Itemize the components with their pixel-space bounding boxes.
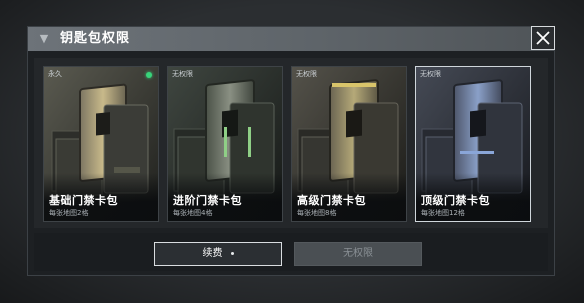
card-capacity: 每张地图4格 (173, 209, 213, 217)
dialog-titlebar: ▼ 钥匙包权限 (28, 26, 555, 51)
card-pack-senior[interactable]: 无权限 高级门禁卡包 每张地图8格 (291, 66, 407, 222)
card-capacity: 每张地图8格 (297, 209, 337, 217)
no-permission-button-label: 无权限 (343, 248, 373, 259)
cursor-dot-icon (230, 251, 234, 255)
card-status-tag: 无权限 (172, 70, 193, 78)
card-pack-basic[interactable]: 永久 基础门禁卡包 每张地图2格 (43, 66, 159, 222)
card-pack-top[interactable]: 无权限 顶级门禁卡包 每张地图12格 (415, 66, 531, 222)
close-icon (536, 31, 550, 45)
card-name: 进阶门禁卡包 (173, 194, 242, 207)
key-bag-permission-dialog: ▼ 钥匙包权限 永久 基础门禁卡包 每张地图2格 无权限 进阶门禁卡包 每张地图… (27, 26, 555, 276)
card-capacity: 每张地图2格 (49, 209, 89, 217)
card-pack-advanced[interactable]: 无权限 进阶门禁卡包 每张地图4格 (167, 66, 283, 222)
card-name: 顶级门禁卡包 (421, 194, 490, 207)
dialog-title: 钥匙包权限 (60, 31, 131, 46)
card-name: 基础门禁卡包 (49, 194, 118, 207)
card-status-tag: 无权限 (420, 70, 441, 78)
renew-button-label: 续费 (202, 248, 223, 259)
card-capacity: 每张地图12格 (421, 209, 465, 217)
active-status-dot (146, 72, 152, 78)
card-status-tag: 无权限 (296, 70, 317, 78)
renew-button[interactable]: 续费 (154, 242, 282, 266)
close-button[interactable] (531, 26, 555, 50)
no-permission-button: 无权限 (294, 242, 422, 266)
action-bar: 续费 无权限 (34, 233, 548, 271)
chevron-down-icon: ▼ (39, 32, 49, 45)
card-name: 高级门禁卡包 (297, 194, 366, 207)
card-status-tag: 永久 (48, 70, 62, 78)
card-pack-list: 永久 基础门禁卡包 每张地图2格 无权限 进阶门禁卡包 每张地图4格 无权限 高… (34, 58, 548, 228)
